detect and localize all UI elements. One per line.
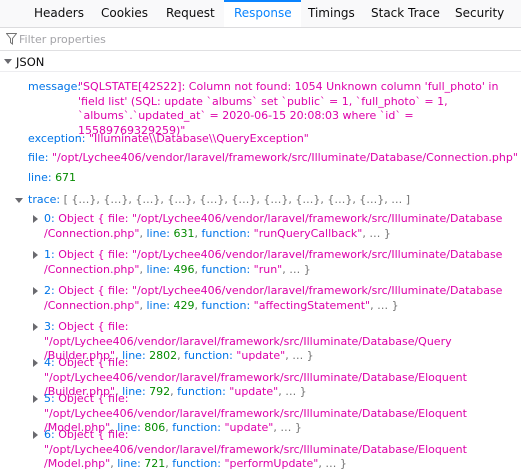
- trace-object-file: Object { file: "/opt/Lychee406/vendor/la…: [58, 284, 503, 297]
- trace-index: 3: [44, 320, 51, 333]
- trace-object-file: Object { file: "/opt/Lychee406/vendor/la…: [44, 356, 467, 384]
- expand-trace-item-icon[interactable]: [33, 395, 38, 403]
- trace-line: 631: [173, 226, 195, 240]
- json-section-header[interactable]: JSON: [0, 52, 521, 72]
- json-section-label: JSON: [16, 55, 45, 69]
- trace-function: "affectingStatement": [253, 298, 371, 312]
- trace-item[interactable]: 0: Object { file: "/opt/Lychee406/vendor…: [33, 212, 503, 241]
- message-value: "SQLSTATE[42S22]: Column not found: 1054…: [78, 80, 499, 137]
- trace-summary: [ {…}, {…}, {…}, {…}, {…}, {…}, {…}, {…}…: [63, 193, 411, 206]
- trace-object-file: Object { file: "/opt/Lychee406/vendor/la…: [44, 428, 467, 456]
- trace-item[interactable]: 1: Object { file: "/opt/Lychee406/vendor…: [33, 248, 503, 277]
- expand-trace-item-icon[interactable]: [33, 251, 38, 259]
- tab-request[interactable]: Request: [166, 0, 215, 27]
- tab-stack-trace[interactable]: Stack Trace: [371, 0, 440, 27]
- trace-index: 0: [44, 212, 51, 225]
- line-value: 671: [55, 171, 77, 184]
- trace-line: 496: [173, 262, 195, 276]
- trace-object-file: Object { file: "/opt/Lychee406/vendor/la…: [58, 248, 503, 261]
- file-key: file:: [28, 151, 52, 164]
- filter-properties-input[interactable]: [19, 31, 499, 47]
- expand-trace-icon[interactable]: [15, 197, 23, 203]
- trace-file-tail: /Model.php": [44, 457, 111, 470]
- trace-line: 721: [144, 457, 166, 470]
- trace-object-file: Object { file: "/opt/Lychee406/vendor/la…: [58, 212, 503, 225]
- tab-response[interactable]: Response: [224, 0, 301, 27]
- trace-row[interactable]: trace: [ {…}, {…}, {…}, {…}, {…}, {…}, {…: [15, 193, 410, 208]
- trace-index: 2: [44, 284, 51, 297]
- trace-file-tail: /Connection.php": [44, 298, 140, 312]
- trace-file-tail: /Connection.php": [44, 226, 140, 240]
- exception-value: "Illuminate\\Database\\QueryException": [88, 132, 309, 145]
- exception-row: exception: "Illuminate\\Database\\QueryE…: [28, 132, 309, 147]
- filter-icon: [6, 33, 17, 45]
- expand-trace-item-icon[interactable]: [33, 359, 38, 367]
- line-key: line:: [28, 171, 56, 184]
- trace-function: "runQueryCallback": [253, 226, 363, 240]
- tab-cookies[interactable]: Cookies: [101, 0, 148, 27]
- trace-key: trace:: [28, 193, 64, 206]
- trace-file-tail: /Connection.php": [44, 262, 140, 276]
- trace-function: "run": [253, 262, 283, 276]
- tab-headers[interactable]: Headers: [34, 0, 84, 27]
- expand-trace-item-icon[interactable]: [33, 323, 38, 331]
- filter-bar: [0, 28, 521, 51]
- trace-line: 429: [173, 298, 195, 312]
- message-key: message:: [28, 80, 82, 93]
- trace-item[interactable]: 2: Object { file: "/opt/Lychee406/vendor…: [33, 284, 503, 313]
- line-row: line: 671: [28, 171, 76, 186]
- file-value: "/opt/Lychee406/vendor/laravel/framework…: [51, 151, 518, 164]
- tab-bar: Headers Cookies Request Response Timings…: [0, 0, 521, 28]
- file-row: file: "/opt/Lychee406/vendor/laravel/fra…: [28, 151, 518, 166]
- expand-trace-item-icon[interactable]: [33, 431, 38, 439]
- expand-trace-item-icon[interactable]: [33, 287, 38, 295]
- trace-index: 5: [44, 392, 51, 405]
- expand-json-icon[interactable]: [4, 59, 12, 64]
- trace-object-file: Object { file: "/opt/Lychee406/vendor/la…: [44, 320, 452, 348]
- trace-index: 1: [44, 248, 51, 261]
- trace-index: 6: [44, 428, 51, 441]
- tab-timings[interactable]: Timings: [308, 0, 355, 27]
- trace-item[interactable]: 6: Object { file: "/opt/Lychee406/vendor…: [33, 428, 521, 472]
- tab-security[interactable]: Security: [455, 0, 504, 27]
- trace-function: "performUpdate": [224, 457, 319, 470]
- expand-trace-item-icon[interactable]: [33, 215, 38, 223]
- trace-object-file: Object { file: "/opt/Lychee406/vendor/la…: [44, 392, 467, 420]
- trace-index: 4: [44, 356, 51, 369]
- exception-key: exception:: [28, 132, 89, 145]
